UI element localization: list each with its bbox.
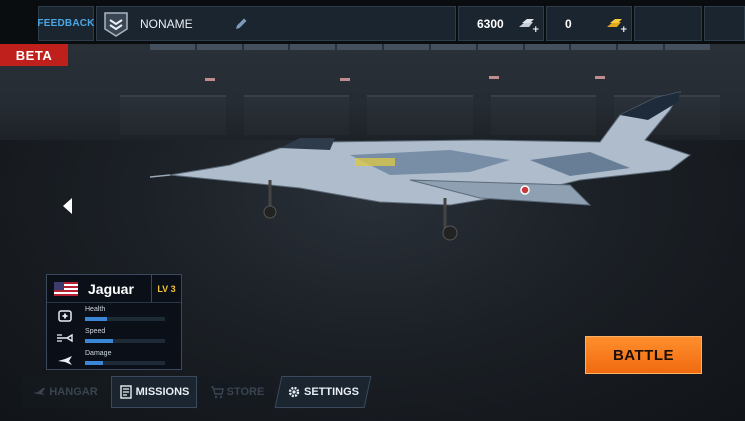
gold-amount: 0 bbox=[565, 16, 572, 31]
svg-text:+: + bbox=[532, 25, 539, 33]
silver-currency[interactable]: 6300 + bbox=[458, 6, 544, 41]
tab-hangar-label: HANGAR bbox=[49, 386, 98, 398]
tab-settings[interactable]: SETTINGS bbox=[274, 376, 372, 408]
ceiling-lamp bbox=[489, 76, 499, 79]
damage-bar-fill bbox=[85, 361, 103, 365]
tab-hangar[interactable]: HANGAR bbox=[22, 376, 108, 408]
store-cart-icon bbox=[210, 386, 224, 399]
rank-badge-icon bbox=[104, 11, 128, 37]
hangar-plane-icon bbox=[33, 388, 46, 395]
player-name: NONAME bbox=[140, 16, 193, 31]
feedback-button[interactable]: FEEDBACK bbox=[37, 6, 95, 41]
tab-missions[interactable]: MISSIONS bbox=[111, 376, 197, 408]
silver-amount: 6300 bbox=[477, 16, 504, 31]
topbar-empty-slot bbox=[704, 6, 745, 41]
aircraft-level-badge: LV 3 bbox=[151, 275, 181, 302]
gold-currency[interactable]: 0 + bbox=[546, 6, 632, 41]
svg-text:+: + bbox=[620, 25, 627, 33]
tab-store[interactable]: STORE bbox=[200, 376, 274, 408]
topbar-empty-slot bbox=[634, 6, 702, 41]
tab-settings-content: SETTINGS bbox=[287, 385, 359, 399]
stat-damage: Damage bbox=[47, 349, 183, 371]
health-bar bbox=[85, 317, 165, 321]
stat-health: Health bbox=[47, 305, 183, 327]
stat-label-speed: Speed bbox=[85, 328, 106, 335]
damage-bar bbox=[85, 361, 165, 365]
speed-icon bbox=[57, 333, 73, 343]
us-flag-icon bbox=[54, 281, 78, 296]
stat-label-damage: Damage bbox=[85, 350, 112, 357]
aircraft-info-card: Jaguar LV 3 Health Speed Damage bbox=[46, 274, 182, 370]
aircraft-name: Jaguar bbox=[88, 280, 134, 297]
pencil-edit-icon[interactable] bbox=[233, 16, 249, 32]
stat-speed: Speed bbox=[47, 327, 183, 349]
feedback-label: FEEDBACK bbox=[37, 18, 95, 29]
tab-settings-label: SETTINGS bbox=[303, 386, 359, 398]
player-profile[interactable]: NONAME bbox=[96, 6, 456, 41]
top-bar: FEEDBACK NONAME 6300 + 0 + bbox=[0, 0, 745, 44]
gold-bars-add-icon: + bbox=[607, 18, 627, 33]
health-bar-fill bbox=[85, 317, 108, 321]
ceiling-lamp bbox=[595, 76, 605, 79]
health-icon bbox=[58, 310, 72, 322]
silver-bars-add-icon: + bbox=[519, 18, 539, 33]
speed-bar bbox=[85, 339, 165, 343]
previous-aircraft-arrow-icon[interactable] bbox=[60, 196, 74, 216]
tab-missions-label: MISSIONS bbox=[135, 386, 190, 398]
missions-document-icon bbox=[119, 385, 132, 399]
battle-button[interactable]: BATTLE bbox=[585, 336, 702, 374]
tab-store-label: STORE bbox=[226, 386, 265, 398]
jaguar-aircraft bbox=[150, 91, 692, 241]
damage-icon bbox=[58, 356, 72, 365]
beta-badge: BETA bbox=[0, 44, 68, 66]
settings-gear-icon bbox=[288, 386, 300, 398]
bottom-navigation: HANGAR MISSIONS STORE SETTINGS bbox=[0, 376, 745, 411]
speed-bar-fill bbox=[85, 339, 113, 343]
stat-label-health: Health bbox=[85, 306, 106, 313]
aircraft-card-header: Jaguar LV 3 bbox=[47, 275, 181, 303]
